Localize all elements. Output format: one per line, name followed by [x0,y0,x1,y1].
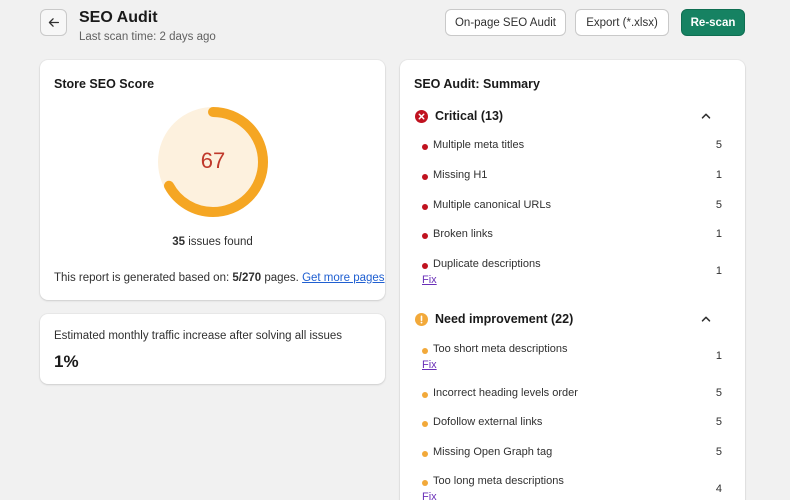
report-pages: 5/270 [232,272,262,284]
export-xlsx-button[interactable]: Export (*.xlsx) [575,9,669,36]
issue-count: 1 [715,350,722,362]
critical-item-broken-links[interactable]: Broken links 1 [422,228,722,244]
issue-label: Duplicate descriptions [433,258,541,270]
issue-label: Too short meta descriptions [433,343,568,355]
issue-label: Too long meta descriptions [433,475,564,487]
improvement-item-missing-open-graph-tag[interactable]: Missing Open Graph tag 5 [422,446,722,462]
critical-dot [422,233,428,239]
issue-count: 5 [715,199,722,211]
critical-dot [422,263,428,269]
warning-dot [422,480,428,486]
issue-count: 5 [715,446,722,458]
improvement-item-incorrect-heading-levels-order[interactable]: Incorrect heading levels order 5 [422,387,722,403]
report-suffix: pages. [261,272,303,284]
warning-exclamation-icon [415,312,428,326]
traffic-value: 1% [54,352,79,371]
warning-dot [422,451,428,457]
fix-link[interactable]: Fix [422,491,437,500]
issue-count: 5 [715,139,722,151]
warning-dot [422,421,428,427]
issue-count: 1 [715,169,722,181]
issue-count: 1 [715,265,722,277]
critical-title: Critical (13) [435,109,504,123]
issue-label: Missing Open Graph tag [433,446,553,458]
improvement-item-dofollow-external-links[interactable]: Dofollow external links 5 [422,416,722,432]
warning-dot [422,392,428,398]
back-button[interactable] [40,9,67,36]
issue-label: Dofollow external links [433,416,543,428]
improvement-item-too-short-meta-descriptions[interactable]: Too short meta descriptions 1 [422,343,722,371]
score-card-title: Store SEO Score [54,77,155,91]
improvement-title: Need improvement (22) [435,312,574,326]
improvement-section-header[interactable]: Need improvement (22) [415,310,730,328]
critical-dot [422,174,428,180]
issues-count: 35 [172,236,186,248]
issue-count: 1 [715,228,722,240]
issue-count: 4 [715,483,722,495]
warning-dot [422,348,428,354]
get-more-pages-link[interactable]: Get more pages [302,272,384,284]
critical-dot [422,144,428,150]
fix-link[interactable]: Fix [422,274,437,286]
issues-found: 35 issues found [40,236,385,248]
critical-item-missing-h1[interactable]: Missing H1 1 [422,169,722,185]
rescan-button[interactable]: Re-scan [681,9,745,36]
critical-item-multiple-meta-titles[interactable]: Multiple meta titles 5 [422,139,722,155]
store-seo-score-card: Store SEO Score 67 35 issues found This … [40,60,385,300]
chevron-up-icon[interactable] [700,313,712,325]
arrow-left-icon [48,18,60,27]
critical-x-icon [415,109,428,123]
issue-label: Multiple meta titles [433,139,525,151]
issue-label: Multiple canonical URLs [433,199,551,211]
critical-item-duplicate-descriptions[interactable]: Duplicate descriptions 1 [422,258,722,286]
improvement-item-too-long-meta-descriptions[interactable]: Too long meta descriptions 4 [422,475,722,500]
chevron-up-icon[interactable] [700,110,712,122]
issue-count: 5 [715,416,722,428]
critical-item-multiple-canonical-urls[interactable]: Multiple canonical URLs 5 [422,199,722,215]
report-prefix: This report is generated based on: [54,272,233,284]
summary-title: SEO Audit: Summary [414,77,540,91]
issue-count: 5 [715,387,722,399]
traffic-estimate-card: Estimated monthly traffic increase after… [40,314,385,384]
seo-audit-summary-card: SEO Audit: Summary Critical (13) Multipl… [400,60,745,500]
score-value: 67 [200,148,226,173]
page-header: SEO Audit Last scan time: 2 days ago On-… [0,0,790,56]
issue-label: Missing H1 [433,169,488,181]
critical-section-header[interactable]: Critical (13) [415,107,730,125]
report-info: This report is generated based on: 5/270… [54,272,385,284]
issues-suffix: issues found [185,236,253,248]
issue-label: Broken links [433,228,493,240]
critical-dot [422,204,428,210]
onpage-seo-audit-button[interactable]: On-page SEO Audit [445,9,566,36]
page-title: SEO Audit [79,9,158,26]
last-scan-time: Last scan time: 2 days ago [79,31,216,43]
issue-label: Incorrect heading levels order [433,387,578,399]
fix-link[interactable]: Fix [422,359,437,371]
traffic-label: Estimated monthly traffic increase after… [54,330,343,342]
